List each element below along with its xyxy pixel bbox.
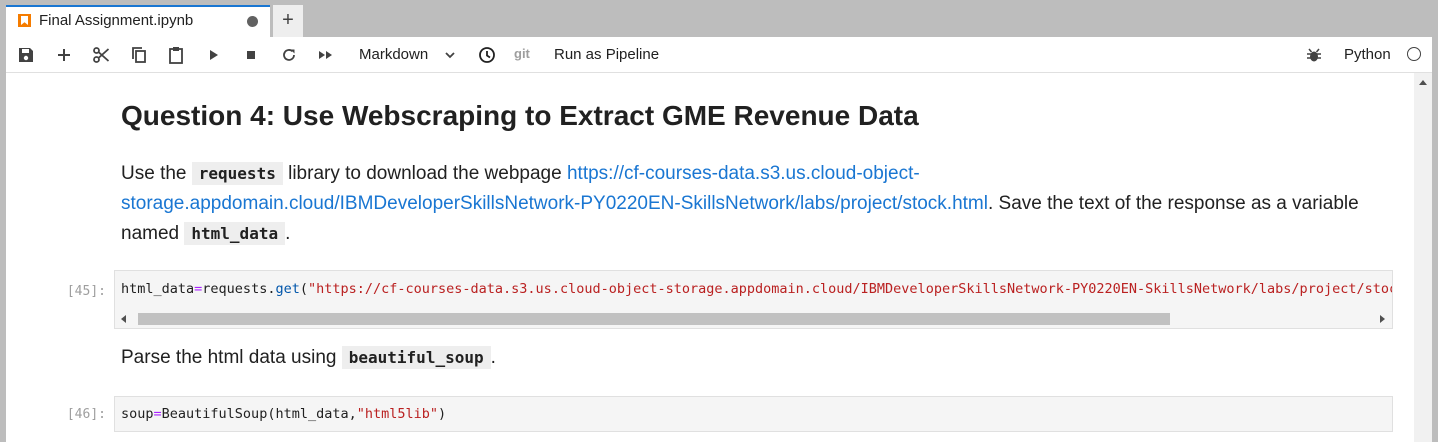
inline-code: html_data [184,222,286,245]
add-icon[interactable] [55,46,73,64]
inline-code: beautiful_soup [341,346,491,369]
code-cell[interactable]: soup=BeautifulSoup(html_data,"html5lib") [114,396,1393,432]
scroll-left-icon[interactable] [121,315,126,323]
scrollbar-thumb[interactable] [138,313,1170,325]
paragraph-text: . [285,223,291,244]
copy-icon[interactable] [130,46,148,64]
restart-icon[interactable] [280,46,298,64]
kernel-name[interactable]: Python [1344,46,1391,63]
link-text: https://cf-courses-data.s3.us.cloud-obje… [566,163,920,184]
vertical-scrollbar[interactable] [1414,73,1432,442]
chevron-down-icon [445,52,455,59]
code-token: "https://cf-courses-data.s3.us.cloud-obj… [307,281,1393,297]
notebook-toolbar: Markdown git Run as Pipeline Python [6,37,1432,73]
bug-icon[interactable] [1305,46,1323,64]
notebook-content: Question 4: Use Webscraping to Extract G… [6,73,1432,442]
scroll-right-icon[interactable] [1380,315,1385,323]
run-as-pipeline-button[interactable]: Run as Pipeline [554,46,659,63]
cut-icon[interactable] [92,46,110,64]
tab-bar: Final Assignment.ipynb + [0,0,1438,37]
new-tab-button[interactable]: + [273,5,303,37]
paragraph-text: . [490,347,496,368]
cell-type-value: Markdown [359,46,429,63]
execution-count: [46]: [66,407,106,422]
kernel-status-icon [1407,47,1421,61]
code-token: soup [121,406,154,422]
scroll-up-icon[interactable] [1419,80,1427,85]
code-token: get [275,281,300,297]
code-line: soup=BeautifulSoup(html_data,"html5lib") [121,406,446,422]
notebook-icon [18,14,31,27]
unsaved-indicator-icon[interactable] [247,16,258,27]
notebook-tab[interactable]: Final Assignment.ipynb [6,5,270,37]
code-cell[interactable]: html_data=requests.get("https://cf-cours… [114,270,1393,329]
paragraph-text: library to download the webpage [288,163,562,184]
code-line: html_data=requests.get("https://cf-cours… [121,281,1393,297]
markdown-paragraph: Parse the html data using beautiful_soup… [121,343,496,373]
git-button[interactable]: git [514,46,530,61]
code-token: "html5lib" [356,406,439,422]
paragraph-text: Parse the html data using [121,347,337,368]
code-token: ) [438,406,447,422]
markdown-heading: Question 4: Use Webscraping to Extract G… [121,100,919,131]
execution-count: [45]: [66,284,106,299]
paste-icon[interactable] [167,46,185,64]
markdown-paragraph: Use the requests library to download the… [121,159,1361,249]
link-text: storage.appdomain.cloud/IBMDeveloperSkil… [121,193,988,214]
paragraph-text: Use the [121,163,187,184]
code-token: = [153,406,162,422]
code-token: ( [299,281,308,297]
code-token: requests. [202,281,276,297]
tab-title: Final Assignment.ipynb [39,12,194,29]
horizontal-scrollbar[interactable] [115,310,1392,328]
code-token: BeautifulSoup(html_data, [161,406,357,422]
code-token: html_data [121,281,195,297]
save-icon[interactable] [17,46,35,64]
stop-icon[interactable] [242,46,260,64]
run-icon[interactable] [205,46,223,64]
inline-code: requests [191,162,283,185]
clock-icon[interactable] [478,46,496,64]
fast-forward-icon[interactable] [317,46,335,64]
cell-type-dropdown[interactable]: Markdown [359,46,455,63]
